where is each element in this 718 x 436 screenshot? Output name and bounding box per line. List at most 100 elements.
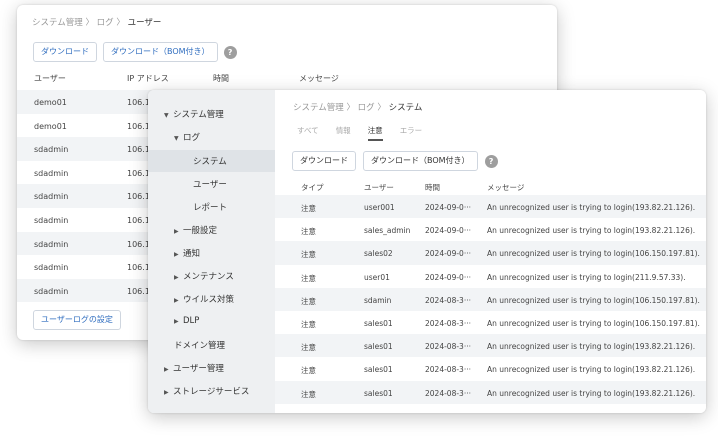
sidebar-item-label: 通知 [183,249,201,259]
breadcrumb-item[interactable]: ログ [97,18,114,28]
caret-right-icon: ▶ [174,274,179,281]
download-button[interactable]: ダウンロード [292,151,356,171]
cell-type: 注意 [301,296,316,306]
cell-user: sdadmin [34,168,69,178]
caret-right-icon: ▶ [164,366,169,373]
cell-ip: 106.1 [127,98,150,107]
sidebar-item-report[interactable]: レポート [193,201,227,213]
sidebar-item-log[interactable]: ▼ ログ [174,131,200,143]
cell-ip: 106.1 [127,286,150,296]
cell-ip: 106.1 [127,192,150,202]
sidebar-item-label: DLP [183,316,200,326]
breadcrumb-item[interactable]: システム管理 [32,18,83,28]
cell-type: 注意 [301,389,316,399]
table-row[interactable]: 注意 sales01 2024-08-3··· An unrecognized use… [275,334,706,358]
breadcrumb: システム管理 〉 ログ 〉 システム [293,101,422,113]
user-log-settings-button[interactable]: ユーザーログの設定 [33,310,121,330]
breadcrumb-item[interactable]: ログ [358,103,375,113]
cell-user: sales02 [364,249,393,259]
toolbar: ダウンロード ダウンロード（BOM付き） ? [292,151,498,171]
breadcrumb-separator-icon: 〉 [346,103,358,113]
cell-message: An unrecognized user is trying to login(… [487,249,700,259]
cell-ip: 106.1 [127,215,150,225]
sidebar-item-label: ユーザー [193,180,227,190]
caret-right-icon: ▶ [174,318,179,325]
system-log-window: ▼ システム管理 ▼ ログ システム ユーザー レポート ▶ 一般設定 ▶ 通知 ▶ メン… [148,90,706,413]
cell-user: sales_admin [364,226,411,236]
sidebar-item-antivirus[interactable]: ▶ ウイルス対策 [174,293,234,305]
cell-message: An unrecognized user is trying to login(… [487,295,700,305]
cell-time: 2024-08-3··· [425,318,471,328]
sidebar-item-user[interactable]: ユーザー [193,178,227,190]
column-header-ip: IP アドレス [127,74,169,83]
breadcrumb-separator-icon: 〉 [377,103,389,113]
sidebar-item-domain[interactable]: ドメイン管理 [174,339,225,351]
breadcrumb-item[interactable]: システム管理 [293,103,344,113]
cell-ip: 106.1 [127,145,150,155]
sidebar-item-user-admin[interactable]: ▶ ユーザー管理 [164,362,224,374]
sidebar-item-system[interactable]: システム [193,155,227,167]
cell-user: sales01 [364,318,393,328]
caret-down-icon: ▼ [174,135,179,142]
cell-user: sdadmin [34,286,69,296]
sidebar-item-label: レポート [193,203,228,213]
system-log-panel: システム管理 〉 ログ 〉 システム すべて 情報 注意 エラー ダウンロード … [275,90,706,413]
cell-time: 2024-08-3··· [425,342,471,352]
cell-user: sdamin [364,295,392,305]
caret-right-icon: ▶ [174,228,179,235]
cell-message: An unrecognized user is trying to login(… [487,203,696,212]
sidebar-item-maintenance[interactable]: ▶ メンテナンス [174,270,234,282]
cell-user: sdadmin [34,192,69,202]
cell-time: 2024-08-3··· [425,295,471,305]
table-row[interactable]: 注意 user01 2024-09-0··· An unrecognized user… [275,265,706,288]
cell-user: demo01 [34,98,67,107]
cell-user: sales01 [364,365,393,375]
download-button[interactable]: ダウンロード [33,42,97,62]
sidebar-item-label: ウイルス対策 [183,295,235,305]
tab-info[interactable]: 情報 [336,125,351,141]
toolbar: ダウンロード ダウンロード（BOM付き） ? [33,42,237,62]
sidebar-item-dlp[interactable]: ▶ DLP [174,316,199,326]
cell-message: An unrecognized user is trying to login(… [487,342,696,352]
table-row[interactable]: 注意 sales01 2024-08-3··· An unrecognized use… [275,311,706,334]
cell-type: 注意 [301,250,316,260]
help-icon[interactable]: ? [223,45,237,59]
table-row[interactable]: 注意 sales01 2024-08-3··· An unrecognized use… [275,380,706,404]
sidebar-item-label: システム管理 [173,110,224,120]
cell-message: An unrecognized user is trying to login(… [487,388,696,398]
table-header: ユーザー IP アドレス 時間 メッセージ [17,65,557,90]
sidebar-item-system-admin[interactable]: ▼ システム管理 [164,108,224,120]
log-type-tabs: すべて 情報 注意 エラー [297,125,422,141]
tab-error[interactable]: エラー [400,125,423,141]
table-row[interactable]: 注意 sales01 2024-08-3··· An unrecognized use… [275,357,706,380]
cell-ip: 106.1 [127,263,150,273]
cell-message: An unrecognized user is trying to login(… [487,318,700,328]
cell-user: sales01 [364,388,393,398]
cell-type: 注意 [301,204,316,213]
sidebar-item-notify[interactable]: ▶ 通知 [174,247,200,259]
breadcrumb-separator-icon: 〉 [85,18,97,28]
tab-warning[interactable]: 注意 [367,125,383,141]
caret-right-icon: ▶ [174,251,179,258]
cell-user: user01 [364,272,390,282]
table-row[interactable]: 注意 sales02 2024-09-0··· An unrecognized use… [275,241,706,265]
log-table-body: 注意 user001 2024-09-0··· An unrecognized use… [275,195,706,404]
sidebar-item-label: ストレージサービス [173,387,250,397]
sidebar-item-general[interactable]: ▶ 一般設定 [174,224,217,236]
cell-time: 2024-09-0··· [425,249,471,259]
help-icon[interactable]: ? [484,154,498,168]
cell-user: sdadmin [34,145,69,155]
cell-ip: 106.1 [127,168,150,178]
table-row[interactable]: 注意 sdamin 2024-08-3··· An unrecognized user… [275,287,706,311]
download-bom-button[interactable]: ダウンロード（BOM付き） [103,42,218,62]
sidebar-item-storage[interactable]: ▶ ストレージサービス [164,385,249,397]
column-header-message: メッセージ [487,183,525,192]
tab-all[interactable]: すべて [297,125,319,141]
table-row[interactable]: 注意 sales_admin 2024-09-0··· An unrecognized… [275,218,706,241]
table-row[interactable]: 注意 user001 2024-09-0··· An unrecognized use… [275,195,706,219]
cell-type: 注意 [301,343,316,353]
sidebar-item-label: メンテナンス [183,272,234,282]
cell-type: 注意 [301,366,316,376]
download-bom-button[interactable]: ダウンロード（BOM付き） [363,151,478,171]
breadcrumb-current: システム [388,103,423,113]
